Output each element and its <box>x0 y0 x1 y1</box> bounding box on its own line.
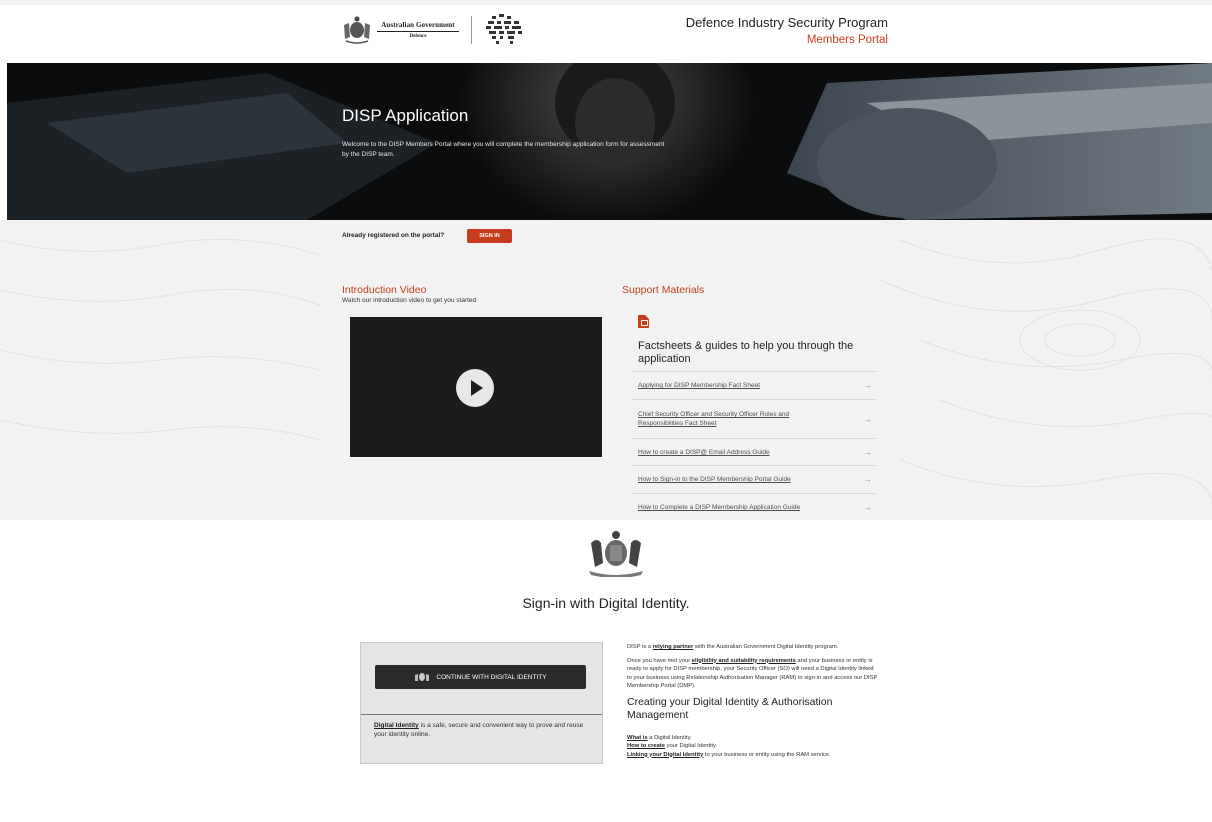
info-item: Linking your Digital Identity to your bu… <box>627 751 831 758</box>
what-is-link[interactable]: What is <box>627 735 648 741</box>
pdf-icon <box>638 315 649 328</box>
support-link[interactable]: Chief Security Officer and Security Offi… <box>632 410 833 428</box>
linking-digital-identity-link[interactable]: Linking your Digital Identity <box>627 752 703 758</box>
arrow-right-icon: → <box>864 503 872 512</box>
intro-video-heading: Introduction Video <box>342 284 427 296</box>
hero-title: DISP Application <box>342 106 469 125</box>
content-section <box>0 220 1212 520</box>
support-link[interactable]: Applying for DISP Membership Fact Sheet <box>632 381 833 390</box>
already-registered-label: Already registered on the portal? <box>342 232 445 239</box>
site-header: Australian Government Defence Defence In… <box>0 5 1212 63</box>
portal-name: Members Portal <box>806 34 888 46</box>
gov-line2: Defence <box>409 34 427 39</box>
digital-identity-title: Sign-in with Digital Identity. <box>522 595 690 611</box>
header-title-block: Defence Industry Security Program Member… <box>686 15 888 46</box>
eligibility-link[interactable]: eligibility and suitability requirements <box>692 658 796 664</box>
support-materials-heading: Support Materials <box>622 284 705 296</box>
relying-partner-paragraph: DISP is a relying partner with the Austr… <box>627 644 839 650</box>
continue-button-label: CONTINUE WITH DIGITAL IDENTITY <box>436 673 547 681</box>
support-link-item[interactable]: Applying for DISP Membership Fact Sheet → <box>632 371 876 399</box>
info-item: What is a Digital Identity. <box>627 734 692 741</box>
relying-partner-link[interactable]: relying partner <box>653 644 694 650</box>
intro-video-player[interactable] <box>350 317 602 457</box>
factsheets-heading: Factsheets & guides to help you through … <box>638 340 854 365</box>
eligibility-paragraph: Once you have met your eligibility and s… <box>627 657 878 690</box>
digital-identity-link[interactable]: Digital Identity <box>374 722 419 729</box>
arrow-right-icon: → <box>864 414 872 424</box>
gov-wordmark: Australian Government Defence <box>377 21 459 39</box>
support-link-item[interactable]: How to Sign-in to the DISP Membership Po… <box>632 465 876 493</box>
creating-digital-identity-heading: Creating your Digital Identity & Authori… <box>627 695 833 721</box>
digital-identity-card: CONTINUE WITH DIGITAL IDENTITY Digital I… <box>360 642 603 764</box>
support-link-item[interactable]: How to create a DISP@ Email Address Guid… <box>632 438 876 465</box>
support-links-list: Applying for DISP Membership Fact Sheet →… <box>632 371 876 521</box>
topographic-pattern <box>0 238 1212 501</box>
hero-banner: DISP Application Welcome to the DISP Mem… <box>7 63 1212 220</box>
info-item: How to create your Digital Identity. <box>627 743 718 749</box>
continue-with-digital-identity-button[interactable]: CONTINUE WITH DIGITAL IDENTITY <box>375 665 586 689</box>
support-link[interactable]: How to Complete a DISP Membership Applic… <box>632 503 833 512</box>
support-link-item[interactable]: Chief Security Officer and Security Offi… <box>632 399 876 438</box>
support-link[interactable]: How to create a DISP@ Email Address Guid… <box>632 448 833 457</box>
coat-of-arms-icon <box>344 16 370 44</box>
coat-of-arms-icon <box>415 673 430 681</box>
coat-of-arms-icon <box>589 531 643 577</box>
digital-identity-blurb: Digital Identity is a safe, secure and c… <box>374 722 584 738</box>
disp-logo-icon <box>486 14 522 44</box>
hero-description: Welcome to the DISP Members Portal where… <box>342 141 665 158</box>
arrow-right-icon: → <box>864 381 872 390</box>
defence-logo[interactable]: Australian Government Defence <box>341 14 524 46</box>
sign-in-button[interactable]: SIGN IN <box>467 229 512 243</box>
support-link[interactable]: How to Sign-in to the DISP Membership Po… <box>632 475 833 484</box>
digital-identity-info: DISP is a relying partner with the Austr… <box>627 643 879 759</box>
program-title: Defence Industry Security Program <box>685 15 888 30</box>
arrow-right-icon: → <box>864 447 872 457</box>
logo-divider <box>471 16 472 44</box>
how-to-create-link[interactable]: How to create <box>627 743 665 749</box>
intro-video-subtitle: Watch our introduction video to get you … <box>342 297 477 304</box>
arrow-right-icon: → <box>864 475 872 484</box>
support-link-item[interactable]: How to Complete a DISP Membership Applic… <box>632 493 876 521</box>
gov-line1: Australian Government <box>381 21 455 29</box>
play-icon[interactable] <box>456 369 494 407</box>
